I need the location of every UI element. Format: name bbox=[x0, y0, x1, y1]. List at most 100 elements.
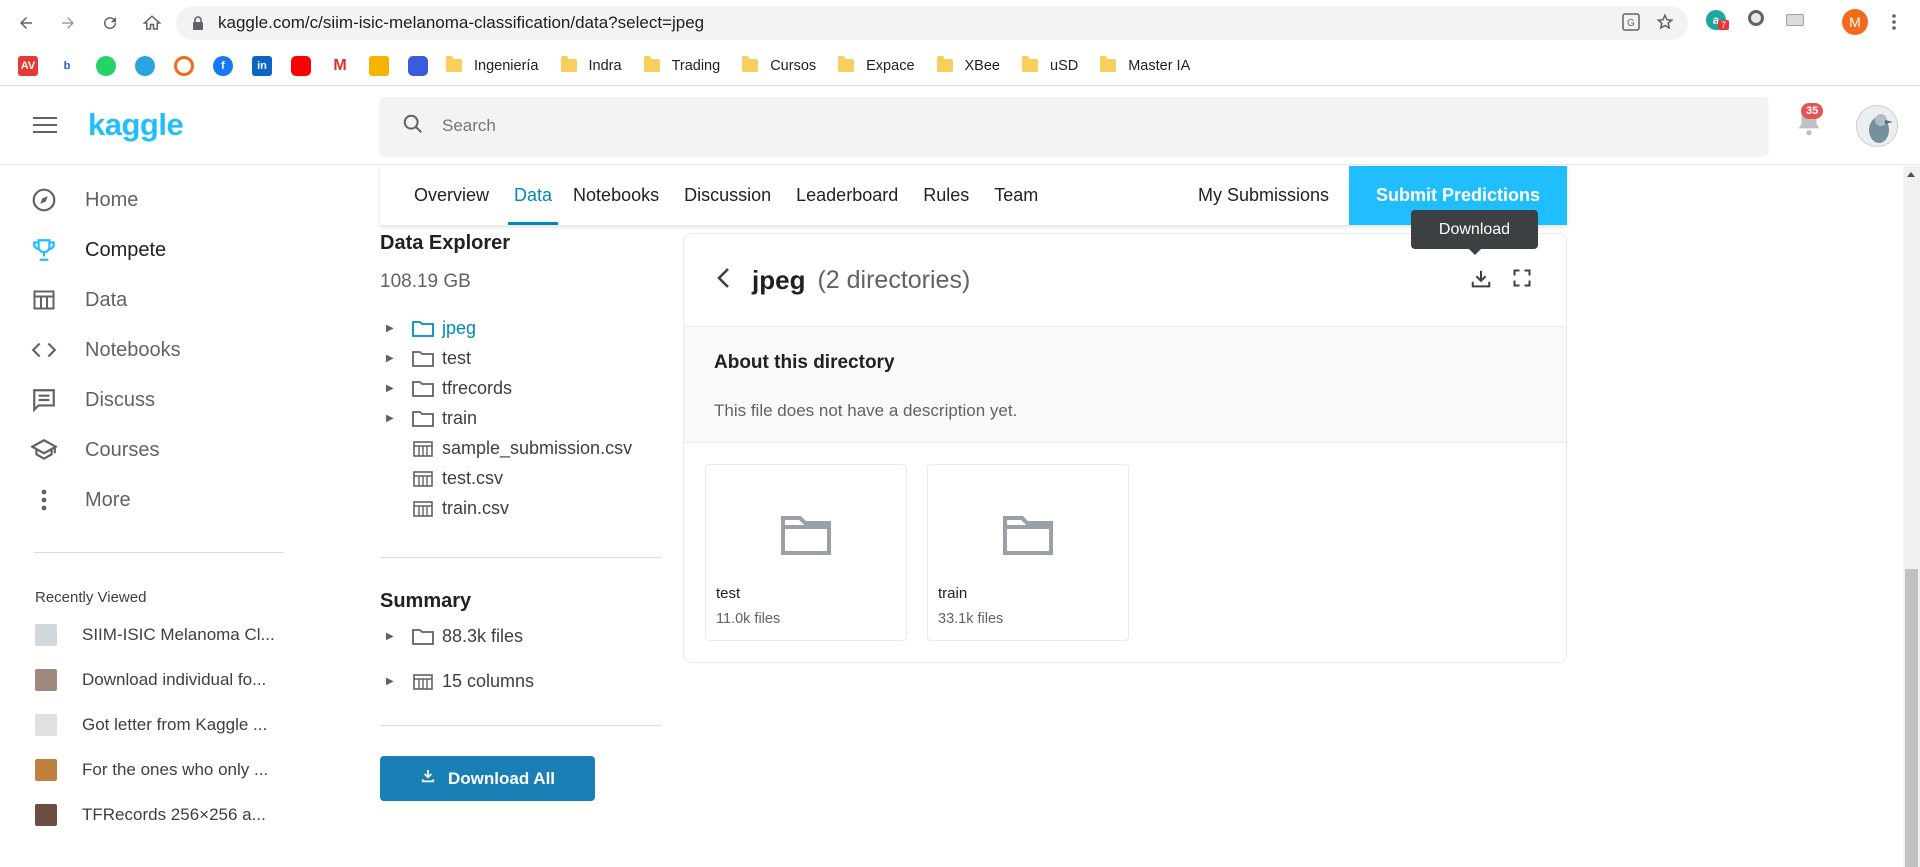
more-vert-icon bbox=[30, 486, 58, 514]
tab-data[interactable]: Data bbox=[508, 166, 559, 225]
facebook-icon[interactable]: f bbox=[213, 55, 233, 76]
sidebar-item-notebooks[interactable]: Notebooks bbox=[30, 336, 181, 364]
fullscreen-icon[interactable] bbox=[1512, 268, 1532, 293]
kaggle-logo[interactable]: kaggle bbox=[88, 107, 184, 143]
reload-icon[interactable] bbox=[90, 3, 130, 43]
sidebar-item-more[interactable]: More bbox=[30, 486, 131, 514]
tab-discussion[interactable]: Discussion bbox=[684, 166, 771, 225]
folder-icon bbox=[838, 56, 855, 72]
user-avatar[interactable] bbox=[1856, 105, 1898, 147]
extension-a-icon[interactable]: a 7 bbox=[1706, 10, 1730, 30]
bookmark-folder[interactable]: XBee bbox=[936, 56, 1000, 74]
gmail-icon[interactable]: M bbox=[330, 55, 350, 76]
recent-item[interactable]: Download individual fo... bbox=[35, 669, 266, 691]
scroll-up-arrow-icon[interactable] bbox=[1907, 172, 1915, 177]
sidebar-item-home[interactable]: Home bbox=[30, 186, 138, 214]
recent-item[interactable]: Got letter from Kaggle ... bbox=[35, 714, 267, 736]
tree-item-test-csv[interactable]: ▶ test.csv bbox=[386, 468, 503, 489]
download-all-button[interactable]: Download All bbox=[380, 756, 595, 801]
chrome-menu-icon[interactable] bbox=[1892, 14, 1896, 30]
recent-thumbnail bbox=[35, 624, 57, 646]
bookmark-app-icon[interactable] bbox=[174, 55, 194, 76]
recent-thumbnail bbox=[35, 804, 57, 826]
tree-item-tfrecords[interactable]: ▶ tfrecords bbox=[386, 378, 512, 399]
sidebar-item-label: Home bbox=[85, 188, 139, 211]
caret-right-icon[interactable]: ▶ bbox=[386, 383, 396, 394]
summary-files[interactable]: ▶ 88.3k files bbox=[386, 626, 523, 647]
bookmark-folder[interactable]: Expace bbox=[838, 56, 915, 74]
bookmark-app-icon[interactable]: b bbox=[57, 55, 77, 76]
page-scrollbar[interactable] bbox=[1903, 166, 1920, 867]
bookmark-folder[interactable]: Cursos bbox=[742, 56, 816, 74]
sidebar-item-discuss[interactable]: Discuss bbox=[30, 386, 155, 414]
sidebar-item-courses[interactable]: Courses bbox=[30, 436, 159, 464]
whatsapp-icon[interactable] bbox=[96, 55, 116, 76]
folder-icon bbox=[412, 410, 434, 428]
search-input[interactable] bbox=[442, 116, 1042, 136]
directory-panel: jpeg (2 directories) About this director… bbox=[683, 233, 1567, 663]
folder-icon bbox=[446, 56, 462, 72]
summary-columns[interactable]: ▶ 15 columns bbox=[386, 671, 534, 692]
linkedin-icon[interactable]: in bbox=[252, 55, 272, 76]
address-bar[interactable]: kaggle.com/c/siim-isic-melanoma-classifi… bbox=[176, 6, 1688, 40]
caret-right-icon[interactable]: ▶ bbox=[386, 676, 396, 687]
caret-right-icon[interactable]: ▶ bbox=[386, 323, 396, 334]
bookmark-folder[interactable]: Master IA bbox=[1100, 56, 1190, 74]
caret-right-icon[interactable]: ▶ bbox=[386, 353, 396, 364]
telegram-icon[interactable] bbox=[135, 55, 155, 76]
comment-icon bbox=[30, 386, 58, 414]
tab-rules[interactable]: Rules bbox=[923, 166, 969, 225]
recent-item[interactable]: TFRecords 256×256 a... bbox=[35, 804, 266, 826]
profile-avatar[interactable]: M bbox=[1842, 9, 1868, 35]
tab-overview[interactable]: Overview bbox=[414, 166, 489, 225]
back-arrow-icon[interactable] bbox=[6, 3, 46, 43]
forward-arrow-icon[interactable] bbox=[48, 3, 88, 43]
bookmark-app-icon[interactable] bbox=[369, 55, 389, 76]
tab-notebooks[interactable]: Notebooks bbox=[573, 166, 659, 225]
tree-item-train-csv[interactable]: ▶ train.csv bbox=[386, 498, 509, 519]
my-submissions-link[interactable]: My Submissions bbox=[1198, 166, 1329, 225]
competition-tabs: Overview Data Notebooks Discussion Leade… bbox=[380, 166, 1567, 225]
tree-item-sample-submission[interactable]: ▶ sample_submission.csv bbox=[386, 438, 632, 459]
directory-card[interactable]: test 11.0k files bbox=[705, 464, 907, 641]
bookmark-app-icon[interactable]: AV bbox=[18, 55, 38, 76]
card-file-count: 11.0k files bbox=[716, 611, 781, 627]
scrollbar-thumb[interactable] bbox=[1905, 569, 1918, 867]
tree-item-test[interactable]: ▶ test bbox=[386, 348, 471, 369]
recent-item[interactable]: SIIM-ISIC Melanoma Cl... bbox=[35, 624, 275, 646]
bookmark-app-icon[interactable] bbox=[408, 55, 428, 76]
bookmark-folder[interactable]: Trading bbox=[643, 56, 720, 74]
sidebar-item-compete[interactable]: Compete bbox=[30, 236, 166, 264]
tab-leaderboard[interactable]: Leaderboard bbox=[796, 166, 898, 225]
sidebar-item-data[interactable]: Data bbox=[30, 286, 127, 314]
folder-icon bbox=[936, 56, 953, 72]
youtube-icon[interactable] bbox=[291, 55, 311, 76]
caret-right-icon[interactable]: ▶ bbox=[386, 413, 396, 424]
card-name: train bbox=[938, 585, 968, 602]
bookmark-folder[interactable]: uSD bbox=[1022, 56, 1078, 74]
search-bar[interactable] bbox=[380, 97, 1768, 155]
search-icon bbox=[402, 113, 424, 140]
sidebar-item-label: Courses bbox=[85, 438, 160, 461]
extension-card-icon[interactable] bbox=[1786, 14, 1804, 26]
tab-team[interactable]: Team bbox=[994, 166, 1038, 225]
chevron-left-icon[interactable] bbox=[716, 267, 736, 294]
translate-icon[interactable]: G bbox=[1622, 13, 1640, 36]
tree-item-jpeg[interactable]: ▶ jpeg bbox=[386, 318, 476, 339]
browser-toolbar: kaggle.com/c/siim-isic-melanoma-classifi… bbox=[0, 0, 1920, 46]
download-icon[interactable] bbox=[1470, 268, 1492, 295]
folder-icon bbox=[643, 56, 660, 72]
extension-circle-icon[interactable] bbox=[1748, 10, 1764, 26]
menu-icon[interactable] bbox=[33, 117, 57, 135]
url-text[interactable]: kaggle.com/c/siim-isic-melanoma-classifi… bbox=[218, 13, 704, 33]
bookmark-folder[interactable]: Indra bbox=[560, 56, 622, 74]
home-icon[interactable] bbox=[132, 3, 172, 43]
star-bookmark-icon[interactable] bbox=[1656, 13, 1674, 36]
bookmark-folder[interactable]: Ingeniería bbox=[446, 56, 539, 74]
tree-item-train[interactable]: ▶ train bbox=[386, 408, 477, 429]
directory-card[interactable]: train 33.1k files bbox=[927, 464, 1129, 641]
folder-icon bbox=[1100, 56, 1117, 72]
recent-item[interactable]: For the ones who only ... bbox=[35, 759, 268, 781]
caret-right-icon[interactable]: ▶ bbox=[386, 631, 396, 642]
folder-icon bbox=[742, 56, 759, 72]
